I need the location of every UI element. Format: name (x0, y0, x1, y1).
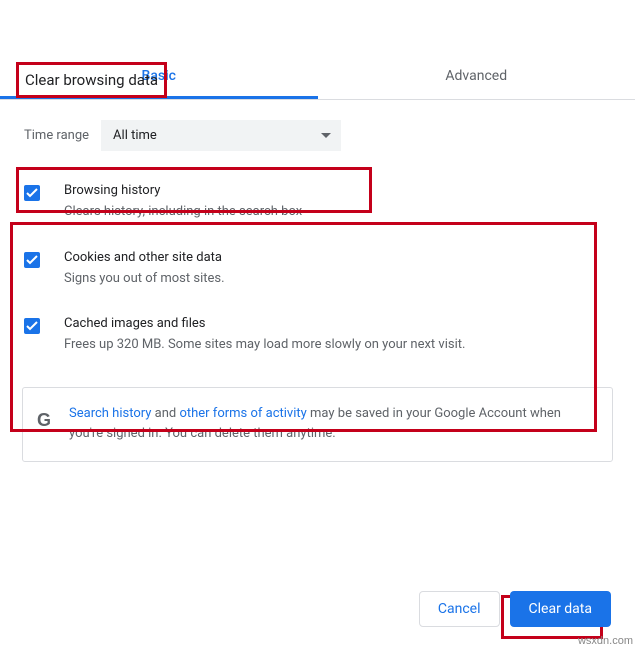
cancel-button[interactable]: Cancel (419, 591, 500, 627)
dialog-title: Clear browsing data (25, 71, 158, 89)
highlight-title: Clear browsing data (16, 62, 167, 98)
time-range-row: Time range All time (0, 100, 635, 169)
dialog-actions: Cancel Clear data (419, 591, 611, 627)
clear-browsing-data-dialog: Clear browsing data Basic Advanced Time … (0, 54, 635, 647)
time-range-label: Time range (24, 128, 89, 143)
watermark: wsxdn.com (578, 635, 633, 647)
highlight-options (10, 222, 597, 432)
tab-advanced[interactable]: Advanced (318, 54, 635, 99)
time-range-value: All time (113, 128, 157, 143)
time-range-select[interactable]: All time (101, 120, 341, 151)
highlight-time-range (16, 167, 372, 213)
caret-down-icon (321, 128, 331, 143)
clear-data-button[interactable]: Clear data (510, 591, 611, 627)
